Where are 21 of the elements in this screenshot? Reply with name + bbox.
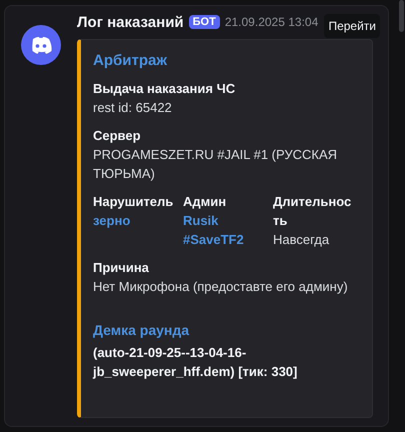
field-value: (auto-21-09-25--13-04-16-jb_sweeperer_hff.dem) [тик: 330] xyxy=(93,344,298,381)
user-mention[interactable]: зерно xyxy=(93,211,175,230)
author-name: Лог наказаний xyxy=(77,14,184,30)
field-label: Админ xyxy=(183,193,228,211)
field-label: Выдача наказания ЧС xyxy=(93,80,236,98)
field-label: Сервер xyxy=(93,127,142,145)
jump-button[interactable]: Перейти xyxy=(324,14,380,38)
field-value: rest id: 65422 xyxy=(93,99,173,117)
user-mention[interactable]: Rusik #SaveTF2 xyxy=(183,211,265,249)
discord-logo-icon xyxy=(21,25,61,65)
field-value: Нет Микрофона (предоставте его админу) xyxy=(93,278,349,296)
field-value: PROGAMESZET.RU #JAIL #1 (РУССКАЯ ТЮРЬМА) xyxy=(93,146,338,183)
field-label: Нарушитель xyxy=(93,193,174,211)
field-label: Длительность xyxy=(273,193,352,230)
scrollbar[interactable] xyxy=(399,0,404,32)
embed-title: Арбитраж xyxy=(93,52,168,69)
field-label: Демка раунда xyxy=(93,321,190,340)
timestamp: 21.09.2025 13:04 xyxy=(224,15,318,29)
field-value: Навсегда xyxy=(273,231,330,249)
bot-badge: БОТ xyxy=(188,15,220,29)
field-label: Причина xyxy=(93,259,150,277)
